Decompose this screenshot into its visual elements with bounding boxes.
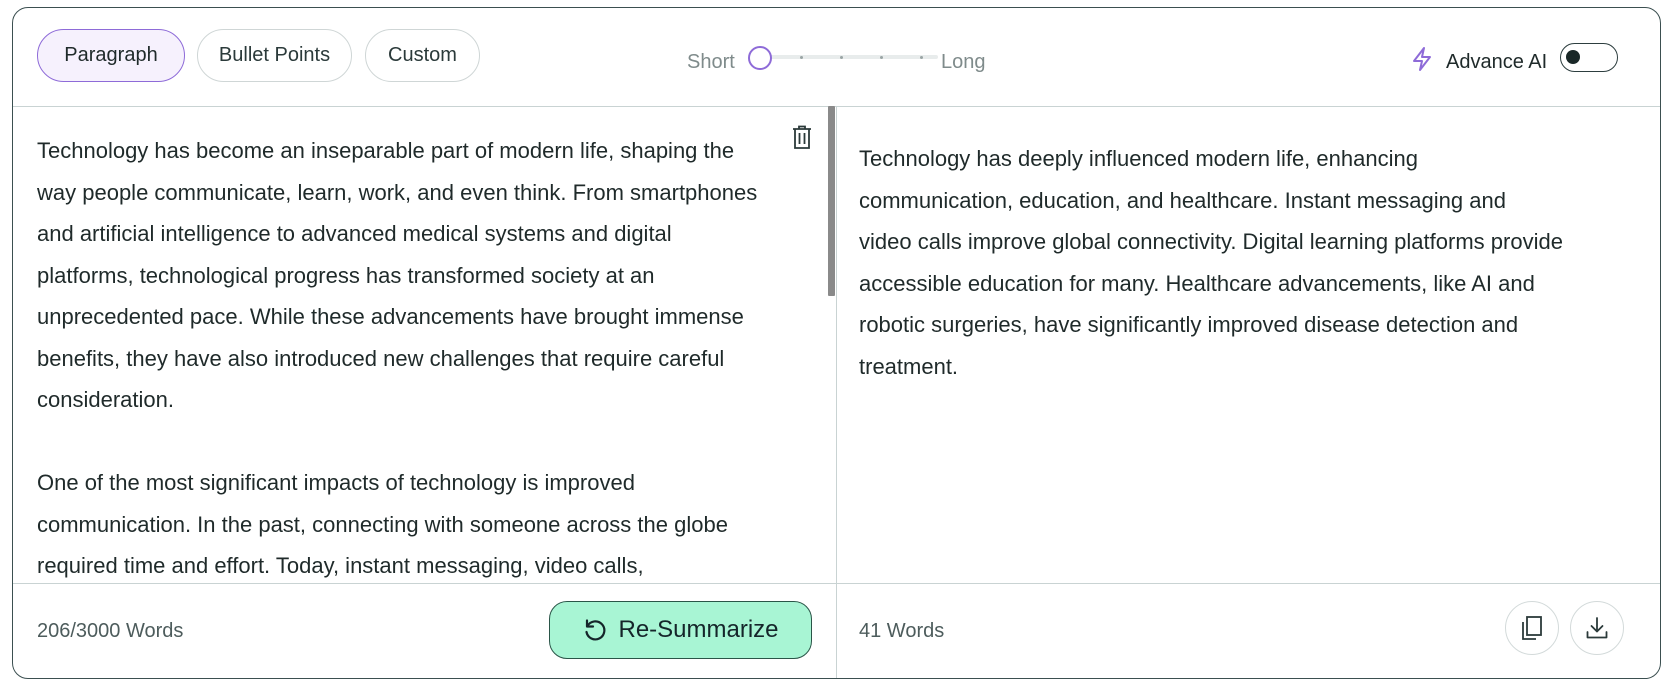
refresh-icon [585, 619, 606, 641]
advance-ai-label: Advance AI [1446, 51, 1548, 73]
length-short-label: Short [687, 51, 735, 73]
download-button[interactable] [1570, 601, 1624, 655]
input-scrollbar[interactable] [828, 106, 835, 296]
copy-button[interactable] [1505, 601, 1559, 655]
input-text[interactable]: Technology has become an inseparable par… [37, 130, 772, 583]
mode-custom-button[interactable]: Custom [365, 29, 480, 82]
slider-step-dot [920, 55, 923, 59]
output-text: Technology has deeply influenced modern … [859, 138, 1564, 387]
toolbar: Paragraph Bullet Points Custom Short Lon… [13, 8, 1660, 107]
summarizer-card: Paragraph Bullet Points Custom Short Lon… [12, 7, 1661, 679]
length-long-label: Long [941, 51, 986, 73]
slider-step-dot [880, 55, 883, 59]
re-summarize-label: Re-Summarize [618, 616, 779, 643]
lightning-bolt-icon [1413, 47, 1431, 71]
slider-step-dot [840, 55, 843, 59]
input-paragraph: Technology has become an inseparable par… [37, 138, 758, 412]
mode-paragraph-button[interactable]: Paragraph [37, 29, 185, 82]
re-summarize-button[interactable]: Re-Summarize [549, 601, 812, 659]
input-word-count: 206/3000 Words [37, 620, 184, 642]
slider-step-dot [800, 55, 803, 59]
footer: 206/3000 Words Re-Summarize 41 Words [13, 583, 1660, 678]
output-paragraph: Technology has deeply influenced modern … [859, 146, 1563, 379]
length-slider[interactable] [760, 55, 938, 59]
length-slider-thumb[interactable] [748, 46, 772, 70]
mode-bullet-points-button[interactable]: Bullet Points [197, 29, 352, 82]
advance-ai-toggle[interactable] [1560, 43, 1618, 72]
output-panel: Technology has deeply influenced modern … [837, 106, 1660, 583]
toggle-knob [1566, 50, 1580, 64]
download-icon [1586, 617, 1608, 639]
output-word-count: 41 Words [859, 620, 945, 642]
copy-icon [1522, 616, 1542, 640]
input-paragraph: One of the most significant impacts of t… [37, 470, 728, 578]
trash-icon[interactable] [790, 124, 814, 150]
input-panel[interactable]: Technology has become an inseparable par… [13, 106, 836, 583]
